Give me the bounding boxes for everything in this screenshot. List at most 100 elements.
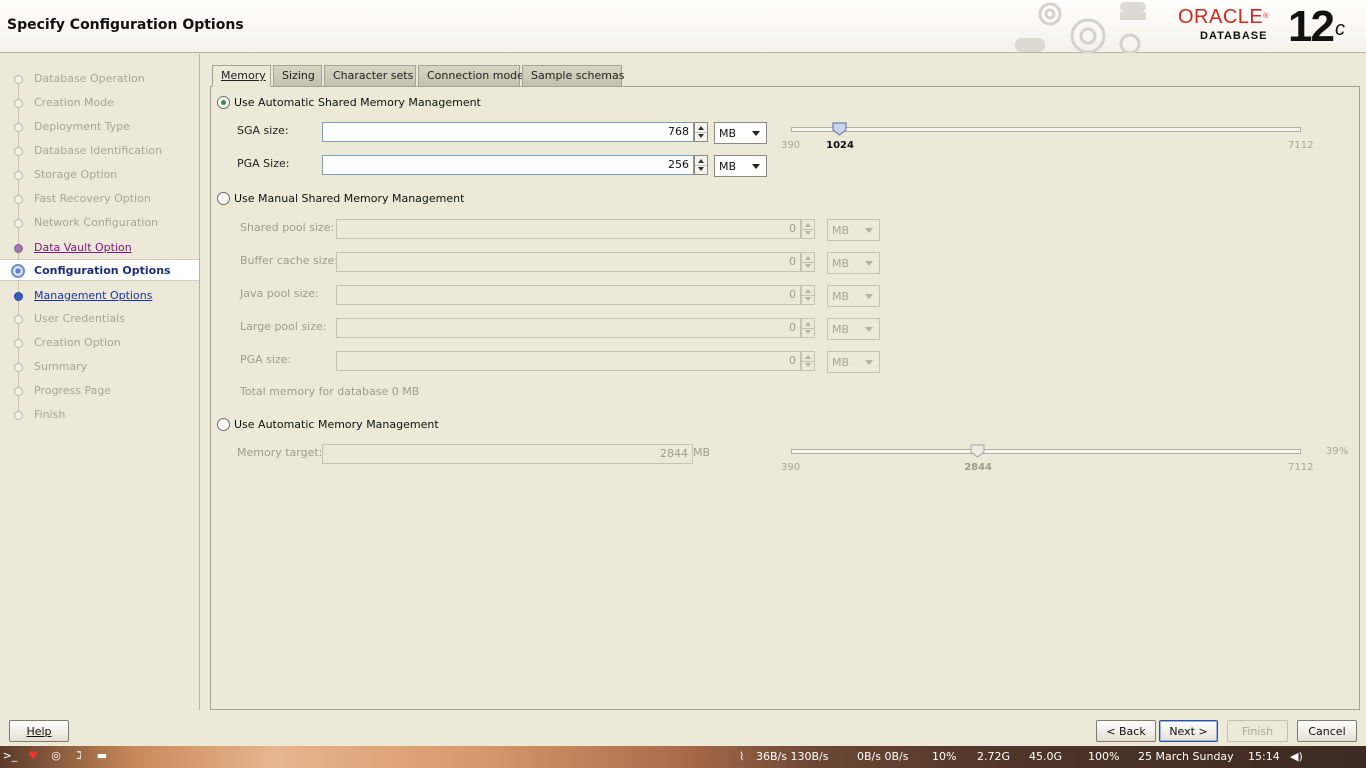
nav-step-label: Configuration Options — [34, 264, 171, 277]
amm-slider-value: 2844 — [964, 462, 993, 473]
asmm-slider-track[interactable] — [791, 127, 1301, 132]
nav-step-label: Finish — [34, 408, 66, 421]
manual-field-input[interactable]: 0 — [336, 219, 801, 239]
manual-field-spinner[interactable] — [801, 285, 815, 305]
nav-step: Configuration Options — [0, 259, 199, 281]
pga-unit-select[interactable]: MB — [714, 155, 767, 177]
next-button[interactable]: Next > — [1159, 720, 1218, 742]
nav-step-label: Fast Recovery Option — [34, 192, 151, 205]
manual-unit-select[interactable]: MB — [827, 351, 880, 373]
sga-size-input[interactable]: 768 — [322, 122, 694, 142]
amm-label: Use Automatic Memory Management — [234, 418, 439, 431]
network-icon: ⌇ — [739, 750, 745, 763]
asmm-slider-max: 7112 — [1288, 140, 1314, 151]
chevron-down-icon — [865, 294, 873, 299]
chevron-down-icon — [865, 360, 873, 365]
manual-radio[interactable] — [217, 192, 230, 205]
asmm-radio[interactable] — [217, 96, 230, 109]
manual-field-label: Buffer cache size: — [240, 254, 338, 267]
nav-step: Creation Option — [0, 332, 199, 354]
amm-slider-thumb[interactable] — [970, 444, 985, 458]
nav-step-label: Database Identification — [34, 144, 163, 157]
asmm-slider-thumb[interactable] — [832, 122, 847, 136]
tab-connection-mode[interactable]: Connection mode — [418, 65, 524, 86]
chevron-down-icon — [865, 327, 873, 332]
pga-size-spinner[interactable] — [694, 155, 708, 175]
tab-character-sets[interactable]: Character sets — [324, 65, 416, 86]
nav-step: Fast Recovery Option — [0, 188, 199, 210]
nav-step: Database Identification — [0, 140, 199, 162]
nav-step-label: Database Operation — [34, 72, 145, 85]
nav-step-label: Creation Mode — [34, 96, 115, 109]
memory-target-input[interactable]: 2844 — [322, 444, 693, 464]
oracle-logo: ORACLE® DATABASE — [1178, 6, 1269, 42]
manual-unit-select[interactable]: MB — [827, 318, 880, 340]
nav-step-label: Data Vault Option — [34, 241, 132, 254]
step-dot-icon — [14, 244, 23, 253]
nav-step[interactable]: Management Options — [0, 285, 199, 307]
nav-step: Progress Page — [0, 380, 199, 402]
nav-step: User Credentials — [0, 308, 199, 330]
folder-icon[interactable]: ▬ — [94, 749, 110, 765]
nav-step: Database Operation — [0, 68, 199, 90]
step-dot-icon — [14, 363, 23, 372]
manual-field-input[interactable]: 0 — [336, 318, 801, 338]
manual-field-spinner[interactable] — [801, 318, 815, 338]
heart-icon[interactable]: ♥ — [25, 749, 41, 765]
finish-button[interactable]: Finish — [1227, 720, 1288, 742]
nav-step-label: Deployment Type — [34, 120, 131, 133]
manual-field-input[interactable]: 0 — [336, 285, 801, 305]
manual-field-label: Large pool size: — [240, 320, 327, 333]
total-memory-text: Total memory for database 0 MB — [240, 385, 420, 398]
back-button[interactable]: < Back — [1096, 720, 1156, 742]
tab-memory[interactable]: Memory — [212, 65, 271, 87]
amm-slider-track[interactable] — [791, 449, 1301, 454]
header-bar: Specify Configuration Options ORACLE® DA… — [0, 0, 1366, 53]
memory-target-unit: MB — [693, 446, 711, 459]
step-dot-icon — [14, 75, 23, 84]
volume-icon[interactable]: ◀) — [1290, 750, 1303, 763]
chevron-down-icon — [865, 261, 873, 266]
step-dot-icon — [14, 147, 23, 156]
tab-sample-schemas[interactable]: Sample schemas — [522, 65, 624, 86]
manual-field-label: Shared pool size: — [240, 221, 335, 234]
app-icon[interactable]: ℷ — [71, 749, 87, 765]
sga-size-spinner[interactable] — [694, 122, 708, 142]
step-dot-icon — [14, 219, 23, 228]
amm-radio[interactable] — [217, 418, 230, 431]
tab-sizing[interactable]: Sizing — [273, 65, 322, 86]
chevron-down-icon — [752, 131, 760, 136]
storage-usage: 45.0G — [1029, 750, 1063, 763]
battery-level: 100% — [1088, 750, 1120, 763]
nav-step-label: Storage Option — [34, 168, 118, 181]
step-dot-icon — [14, 99, 23, 108]
help-button[interactable]: Help — [9, 720, 69, 742]
nav-step: Finish — [0, 404, 199, 426]
gears-graphic — [1015, 2, 1146, 53]
step-dot-icon — [14, 171, 23, 180]
manual-field-input[interactable]: 0 — [336, 351, 801, 371]
nav-step-label: Progress Page — [34, 384, 112, 397]
terminal-icon[interactable]: >_ — [2, 749, 18, 765]
manual-field-spinner[interactable] — [801, 252, 815, 272]
browser-icon[interactable]: ◎ — [48, 749, 64, 765]
network-speed: 36B/s 130B/s — [756, 750, 829, 763]
manual-unit-select[interactable]: MB — [827, 252, 880, 274]
manual-unit-select[interactable]: MB — [827, 219, 880, 241]
cancel-button[interactable]: Cancel — [1297, 720, 1357, 742]
asmm-slider-min: 390 — [781, 140, 801, 151]
step-dot-icon — [14, 195, 23, 204]
manual-unit-select[interactable]: MB — [827, 285, 880, 307]
nav-step[interactable]: Data Vault Option — [0, 237, 199, 259]
manual-field-spinner[interactable] — [801, 351, 815, 371]
manual-field-spinner[interactable] — [801, 219, 815, 239]
sga-unit-select[interactable]: MB — [714, 122, 767, 144]
memory-usage: 2.72G — [977, 750, 1011, 763]
nav-step: Summary — [0, 356, 199, 378]
asmm-label: Use Automatic Shared Memory Management — [234, 96, 481, 109]
date-display: 25 March Sunday — [1138, 750, 1234, 763]
pga-size-input[interactable]: 256 — [322, 155, 694, 175]
manual-field-input[interactable]: 0 — [336, 252, 801, 272]
manual-label: Use Manual Shared Memory Management — [234, 192, 465, 205]
step-dot-icon — [14, 411, 23, 420]
